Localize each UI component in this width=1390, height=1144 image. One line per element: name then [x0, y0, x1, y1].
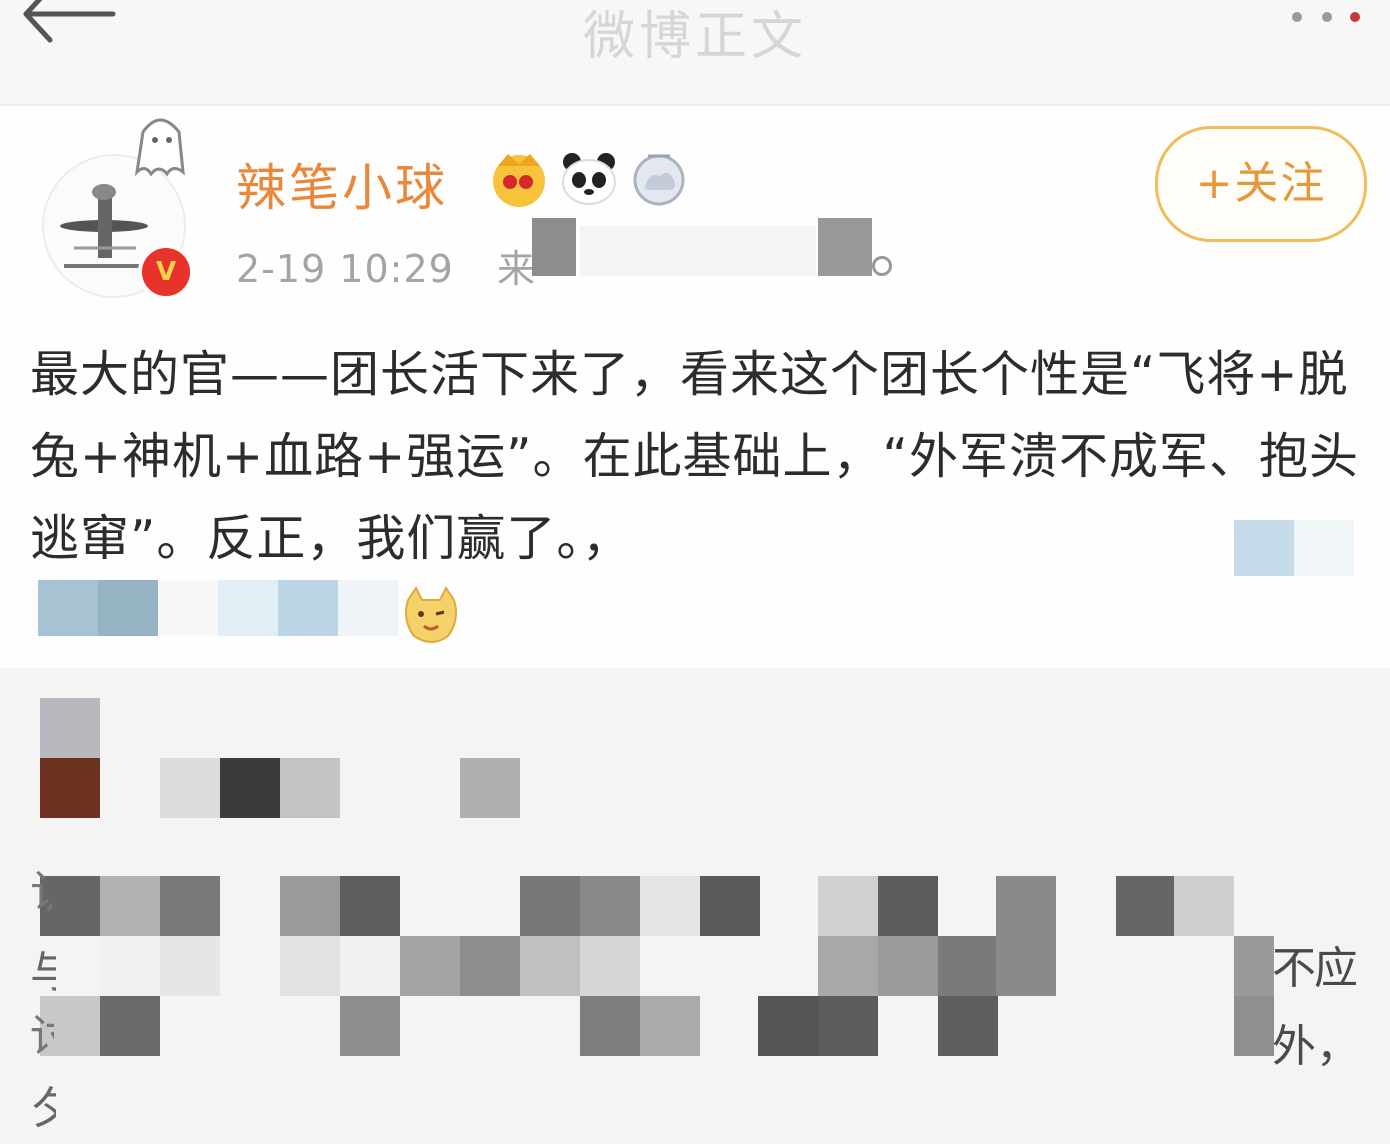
ghost-pendant-icon: [134, 118, 185, 177]
redacted-link: [38, 580, 98, 636]
redacted-text: [996, 876, 1056, 936]
panda-badge-icon: [562, 153, 616, 205]
redacted-link: [1234, 520, 1294, 576]
redacted-text: [280, 876, 340, 936]
redacted-text: [818, 936, 878, 996]
redacted-text: [340, 876, 400, 936]
redacted-name: [220, 758, 280, 818]
redacted-text: [580, 936, 640, 996]
redacted-text: [160, 876, 220, 936]
redacted-text: [938, 936, 998, 996]
redacted-name: [280, 758, 340, 818]
redacted-avatar: [40, 758, 100, 818]
text-fragment: 与: [30, 947, 56, 998]
redacted-link: [158, 580, 218, 636]
cloud-badge-icon: [633, 154, 685, 206]
text-fragment: 讨: [30, 1011, 54, 1062]
redacted-text: [100, 996, 160, 1056]
username[interactable]: 辣笔小球: [236, 148, 448, 220]
redacted-text: [640, 996, 700, 1056]
redacted-name: [160, 758, 220, 818]
redacted-name: [460, 758, 520, 818]
redacted-text: [640, 876, 700, 936]
post-meta: 2-19 10:29 来: [236, 238, 536, 293]
redacted-text: [758, 996, 818, 1056]
redacted-block: [872, 256, 892, 276]
redacted-text: [878, 876, 938, 936]
redacted-text: [700, 876, 760, 936]
text-fragment: 认: [30, 856, 52, 920]
redacted-block: [818, 218, 872, 276]
comment-fragment: 应: [1314, 943, 1358, 994]
redacted-text: [100, 876, 160, 936]
post-source-prefix: 来: [496, 247, 536, 291]
redacted-avatar: [40, 698, 100, 758]
post-card: V 辣笔小球 2-19 10:29 来 +关注 最大的官——团长活下来了，看来这…: [0, 106, 1390, 668]
redacted-text: [160, 936, 220, 996]
redacted-text: [340, 936, 400, 996]
more-options-button[interactable]: [1272, 6, 1372, 32]
post-timestamp: 2-19 10:29: [236, 247, 454, 291]
page-title: 微博正文: [582, 7, 807, 67]
redacted-block: [532, 218, 576, 276]
redacted-text: [1174, 876, 1234, 936]
redacted-block: [580, 226, 816, 276]
redacted-text: [818, 876, 878, 936]
comment-area: 认 与 讨 夕 应 不 外，: [0, 670, 1390, 1144]
redacted-link: [98, 580, 158, 636]
crown-badge-icon: [493, 154, 545, 207]
redacted-text: [1234, 996, 1274, 1056]
top-nav-bar: 微博正文: [0, 0, 1390, 106]
redacted-text: [1234, 936, 1274, 996]
redacted-text: [100, 936, 160, 996]
redacted-text: [400, 936, 460, 996]
redacted-text: [1116, 876, 1176, 936]
redacted-text: [580, 996, 640, 1056]
post-body-text: 最大的官——团长活下来了，看来这个团长个性是“飞将+脱兔+神机+血路+强运”。在…: [30, 346, 1359, 567]
text-fragment: 夕: [30, 1083, 56, 1134]
redacted-text: [818, 996, 878, 1056]
follow-button[interactable]: +关注: [1155, 126, 1367, 242]
doge-emoji-icon: [405, 586, 457, 643]
redacted-text: [520, 876, 580, 936]
redacted-text: [580, 876, 640, 936]
verified-badge: V: [138, 244, 194, 300]
redacted-text: [280, 936, 340, 996]
redacted-text: [340, 996, 400, 1056]
redacted-text: [460, 936, 520, 996]
redacted-text: [520, 936, 580, 996]
redacted-link: [218, 580, 278, 636]
redacted-link: [1294, 520, 1354, 576]
comment-fragment: 外，: [1272, 1021, 1360, 1072]
redacted-link: [338, 580, 398, 636]
redacted-text: [938, 996, 998, 1056]
redacted-text: [996, 936, 1056, 996]
redacted-link: [278, 580, 338, 636]
redacted-text: [878, 936, 938, 996]
comment-fragment: 不: [1272, 943, 1316, 994]
